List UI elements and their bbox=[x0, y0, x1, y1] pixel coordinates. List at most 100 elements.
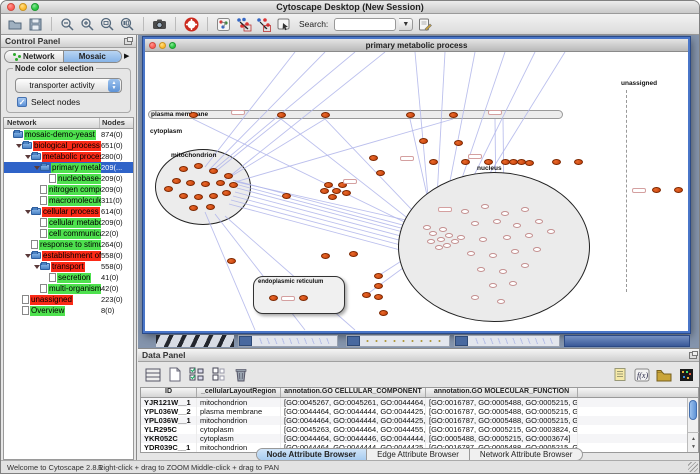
graph-node-selected[interactable] bbox=[216, 180, 225, 186]
graph-node[interactable] bbox=[525, 233, 533, 238]
graph-node-selected[interactable] bbox=[206, 204, 215, 210]
delete-attribute-icon[interactable] bbox=[232, 366, 250, 383]
graph-node[interactable] bbox=[497, 299, 505, 304]
tree-row[interactable]: unassigned223(0) bbox=[4, 294, 133, 305]
graph-node[interactable] bbox=[509, 281, 517, 286]
graph-node[interactable] bbox=[429, 231, 437, 236]
tab-mosaic[interactable]: Mosaic bbox=[63, 51, 122, 62]
matrix-icon[interactable] bbox=[677, 366, 695, 383]
graph-node-selected[interactable] bbox=[449, 112, 458, 118]
graph-node-selected[interactable] bbox=[484, 159, 493, 165]
graph-node-selected[interactable] bbox=[194, 163, 203, 169]
table-row[interactable]: YJR121W__1mitochondrion[GO:0045267, GO:0… bbox=[141, 398, 698, 407]
graph-node-selected[interactable] bbox=[269, 295, 278, 301]
float-panel-icon[interactable] bbox=[124, 38, 132, 45]
table-column-header[interactable]: ID bbox=[141, 388, 197, 397]
graph-node[interactable] bbox=[503, 235, 511, 240]
layout-icon-a[interactable] bbox=[235, 16, 252, 33]
graph-node[interactable] bbox=[533, 247, 541, 252]
layout-icon-b[interactable] bbox=[255, 16, 272, 33]
graph-node[interactable] bbox=[457, 235, 465, 240]
graph-node-selected[interactable] bbox=[321, 253, 330, 259]
graph-node-selected[interactable] bbox=[321, 112, 330, 118]
graph-node[interactable] bbox=[435, 245, 443, 250]
graph-node-selected[interactable] bbox=[186, 180, 195, 186]
graph-node-selected[interactable] bbox=[320, 188, 329, 194]
graph-node[interactable] bbox=[443, 243, 451, 248]
network-view-window[interactable]: primary metabolic process plasma membran… bbox=[143, 37, 690, 333]
graph-node-selected[interactable] bbox=[179, 193, 188, 199]
graph-node-selected[interactable] bbox=[194, 194, 203, 200]
graph-node-selected[interactable] bbox=[227, 258, 236, 264]
expander-icon[interactable] bbox=[15, 142, 22, 149]
graph-node-selected[interactable] bbox=[282, 193, 291, 199]
table-row[interactable]: YLR295Ccytoplasm[GO:0045263, GO:0044464,… bbox=[141, 425, 698, 434]
graph-node-selected[interactable] bbox=[349, 251, 358, 257]
graph-node-selected[interactable] bbox=[374, 294, 383, 300]
graph-node[interactable] bbox=[439, 227, 447, 232]
graph-node-selected[interactable] bbox=[376, 170, 385, 176]
graph-node[interactable] bbox=[535, 219, 543, 224]
graph-node-selected[interactable] bbox=[342, 190, 351, 196]
tab-edge-attribute-browser[interactable]: Edge Attribute Browser bbox=[366, 449, 469, 460]
resize-grip[interactable] bbox=[688, 462, 698, 472]
graph-node-selected[interactable] bbox=[209, 193, 218, 199]
graph-node[interactable] bbox=[513, 223, 521, 228]
minimized-window[interactable] bbox=[238, 335, 338, 347]
graph-node-selected[interactable] bbox=[374, 273, 383, 279]
graph-node-selected[interactable] bbox=[454, 140, 463, 146]
graph-node[interactable] bbox=[451, 239, 459, 244]
import-attributes-icon[interactable] bbox=[655, 366, 673, 383]
graph-node[interactable] bbox=[445, 233, 453, 238]
tree-row[interactable]: nucleobase-209(0) bbox=[4, 173, 133, 184]
tree-column-nodes[interactable]: Nodes bbox=[100, 118, 133, 128]
graph-node-selected[interactable] bbox=[652, 187, 661, 193]
graph-node[interactable] bbox=[471, 221, 479, 226]
zoom-selected-icon[interactable] bbox=[99, 16, 116, 33]
graph-node[interactable] bbox=[471, 295, 479, 300]
table-scrollbar[interactable]: ▲▼ bbox=[687, 398, 698, 452]
graph-node-selected[interactable] bbox=[552, 159, 561, 165]
tree-row[interactable]: metabolic process280(0) bbox=[4, 151, 133, 162]
network-window-titlebar[interactable]: primary metabolic process bbox=[145, 39, 688, 52]
tree-row[interactable]: secretion41(0) bbox=[4, 272, 133, 283]
graph-node-selected[interactable] bbox=[201, 181, 210, 187]
snapshot-icon[interactable] bbox=[151, 16, 168, 33]
graph-node-selected[interactable] bbox=[277, 112, 286, 118]
graph-node[interactable] bbox=[489, 253, 497, 258]
graph-node-selected[interactable] bbox=[299, 295, 308, 301]
expander-icon[interactable] bbox=[24, 252, 31, 259]
graph-node-selected[interactable] bbox=[179, 166, 188, 172]
graph-node-selected[interactable] bbox=[379, 310, 388, 316]
tree-row[interactable]: cell communicat22(0) bbox=[4, 228, 133, 239]
annotation-icon[interactable] bbox=[275, 16, 292, 33]
save-icon[interactable] bbox=[27, 16, 44, 33]
graph-node-selected[interactable] bbox=[525, 160, 534, 166]
expander-icon[interactable] bbox=[24, 153, 31, 160]
graph-node[interactable] bbox=[467, 251, 475, 256]
help-icon[interactable] bbox=[183, 16, 200, 33]
tree-row[interactable]: multi-organism pro42(0) bbox=[4, 283, 133, 294]
create-attribute-icon[interactable] bbox=[166, 366, 184, 383]
tree-row[interactable]: Overview8(0) bbox=[4, 305, 133, 316]
graph-node[interactable] bbox=[521, 207, 529, 212]
tree-row[interactable]: biological_process651(0) bbox=[4, 140, 133, 151]
table-row[interactable]: YKR052Ccytoplasm[GO:0044464, GO:0044446,… bbox=[141, 434, 698, 443]
tree-row[interactable]: establishment of lo558(0) bbox=[4, 250, 133, 261]
graph-node[interactable] bbox=[479, 237, 487, 242]
scrollbar-thumb[interactable] bbox=[689, 400, 697, 420]
minimized-window-titlebar[interactable] bbox=[564, 335, 690, 347]
function-builder-icon[interactable]: f(x) bbox=[633, 366, 651, 383]
table-column-header[interactable]: annotation.GO MOLECULAR_FUNCTION bbox=[426, 388, 578, 397]
expander-icon[interactable] bbox=[33, 263, 40, 270]
float-panel-icon[interactable] bbox=[689, 352, 697, 359]
minimized-window-thumbnail[interactable] bbox=[156, 335, 234, 347]
graph-node[interactable] bbox=[521, 263, 529, 268]
graph-node[interactable] bbox=[423, 225, 431, 230]
tree-row[interactable]: response to stimul264(0) bbox=[4, 239, 133, 250]
select-nodes-checkbox[interactable]: ✓ bbox=[17, 97, 27, 107]
network-overview-icon[interactable] bbox=[215, 16, 232, 33]
graph-node[interactable] bbox=[427, 239, 435, 244]
tree-row[interactable]: macromolecule311(0) bbox=[4, 195, 133, 206]
graph-node-selected[interactable] bbox=[189, 112, 198, 118]
